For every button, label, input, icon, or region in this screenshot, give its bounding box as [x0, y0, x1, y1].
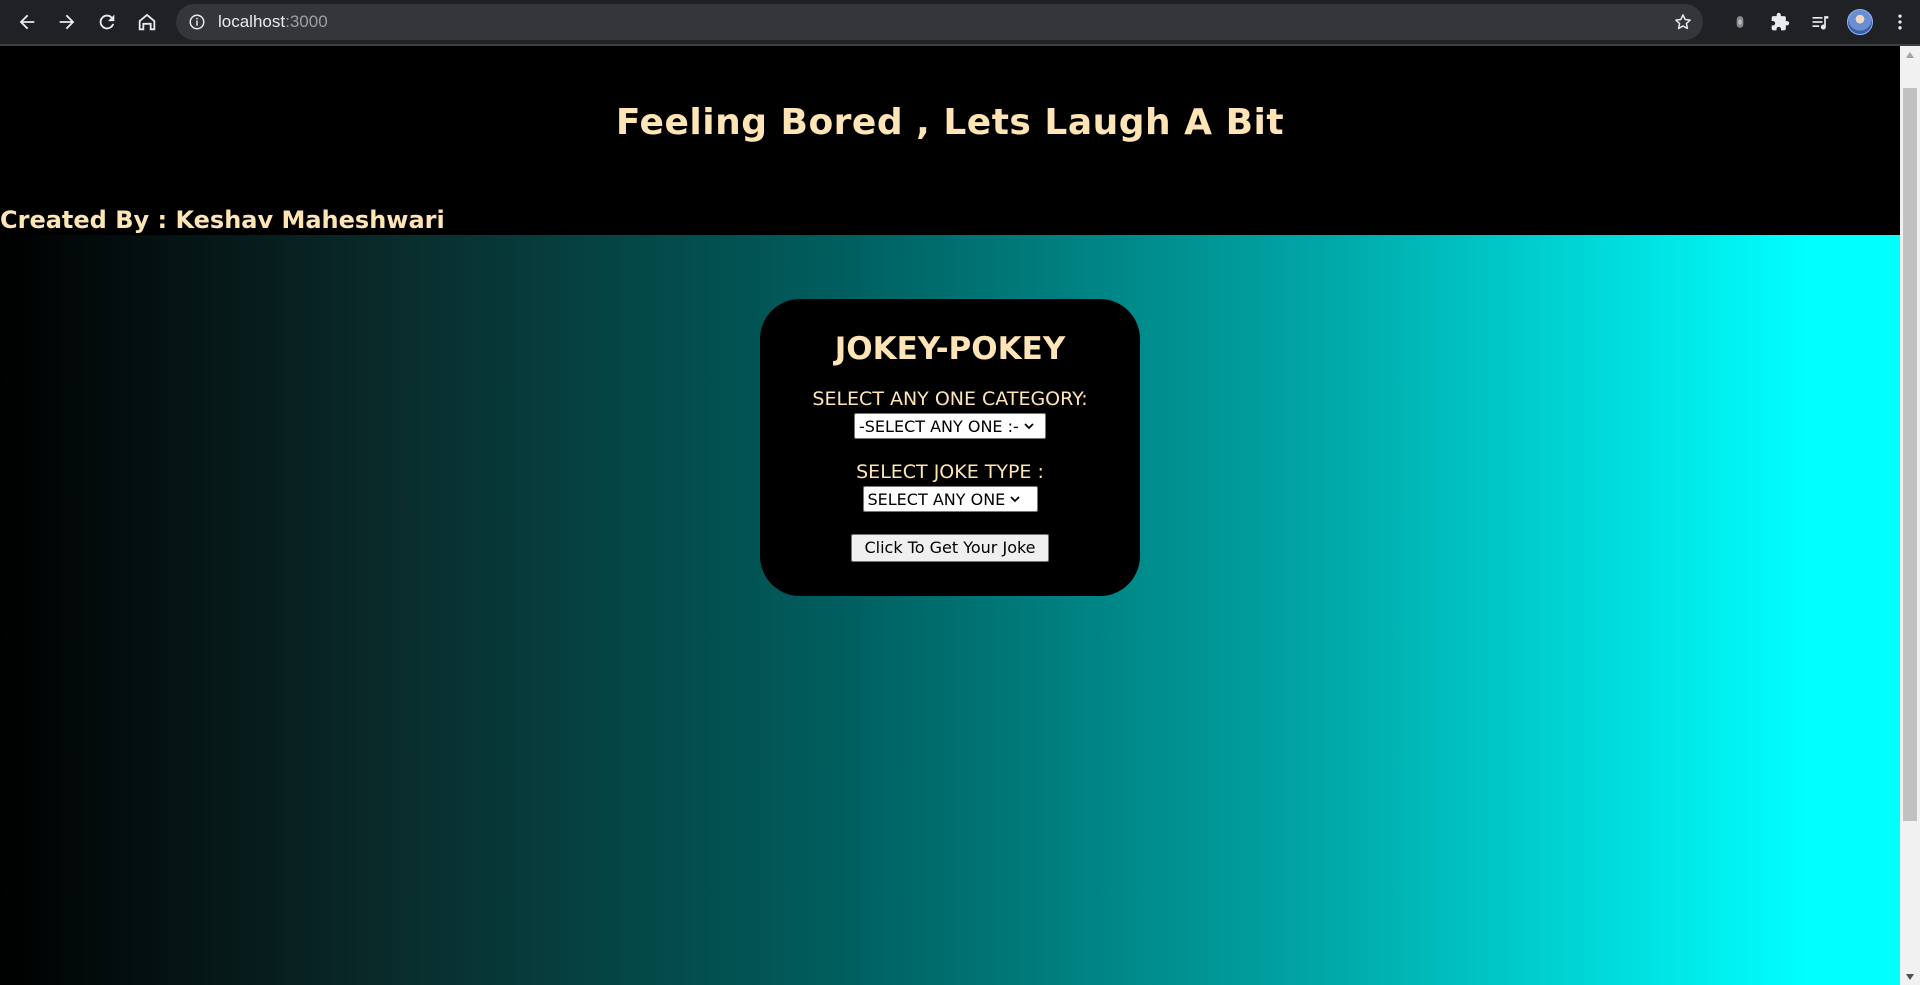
- category-select[interactable]: -SELECT ANY ONE :-: [854, 413, 1046, 439]
- site-info-icon[interactable]: [188, 13, 206, 31]
- site-header: Feeling Bored , Lets Laugh A Bit Created…: [0, 46, 1900, 235]
- forward-button[interactable]: [47, 2, 87, 42]
- browser-toolbar: localhost:3000: [0, 0, 1920, 44]
- joke-type-label: SELECT JOKE TYPE :: [856, 461, 1044, 483]
- category-label: SELECT ANY ONE CATEGORY:: [812, 388, 1088, 410]
- extension-icon: [1736, 16, 1744, 28]
- scrollbar-thumb[interactable]: [1903, 88, 1917, 821]
- reload-icon: [99, 14, 115, 30]
- nav-buttons: [7, 2, 167, 42]
- profile-button[interactable]: [1840, 2, 1880, 42]
- url-text: localhost:3000: [218, 12, 328, 32]
- home-icon: [138, 13, 156, 31]
- extension-button[interactable]: [1720, 2, 1760, 42]
- address-bar[interactable]: localhost:3000: [176, 4, 1703, 40]
- category-select-value: -SELECT ANY ONE :-: [859, 416, 1019, 436]
- scroll-up-arrow[interactable]: [1900, 46, 1920, 63]
- scroll-up-icon: [1906, 51, 1914, 58]
- card-title: JOKEY-POKEY: [834, 331, 1066, 367]
- page-viewport: Feeling Bored , Lets Laugh A Bit Created…: [0, 46, 1900, 985]
- toolbar-right: [1720, 0, 1920, 44]
- bookmark-star-icon[interactable]: [1673, 12, 1693, 32]
- menu-kebab-icon: [1898, 14, 1902, 30]
- back-icon: [19, 14, 35, 30]
- puzzle-icon: [1771, 12, 1790, 31]
- reading-list-icon: [1812, 16, 1829, 30]
- profile-avatar: [1847, 9, 1873, 35]
- menu-button[interactable]: [1880, 2, 1920, 42]
- back-button[interactable]: [7, 2, 47, 42]
- vertical-scrollbar[interactable]: [1900, 46, 1920, 985]
- joke-card: JOKEY-POKEY SELECT ANY ONE CATEGORY: -SE…: [760, 299, 1140, 596]
- scroll-down-arrow[interactable]: [1900, 968, 1920, 985]
- extensions-button[interactable]: [1760, 2, 1800, 42]
- joke-type-select[interactable]: SELECT ANY ONE: [862, 486, 1038, 512]
- reload-button[interactable]: [87, 2, 127, 42]
- url-host: localhost: [218, 12, 286, 31]
- creator-credit: Created By : Keshav Maheshwari: [0, 206, 445, 234]
- scroll-down-icon: [1906, 973, 1914, 980]
- chevron-down-icon: [1024, 423, 1034, 430]
- home-button[interactable]: [127, 2, 167, 42]
- chevron-down-icon: [1010, 496, 1020, 503]
- url-port: :3000: [285, 12, 328, 31]
- forward-icon: [59, 14, 75, 30]
- get-joke-button[interactable]: Click To Get Your Joke: [851, 534, 1049, 562]
- site-title: Feeling Bored , Lets Laugh A Bit: [615, 102, 1285, 143]
- joke-type-select-value: SELECT ANY ONE: [867, 489, 1006, 509]
- reading-list-button[interactable]: [1800, 2, 1840, 42]
